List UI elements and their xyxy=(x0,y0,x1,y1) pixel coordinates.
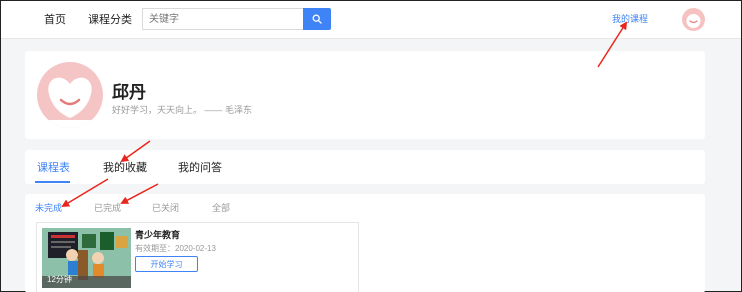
tab-course-schedule[interactable]: 课程表 xyxy=(37,159,70,175)
course-item[interactable]: 12分钟 青少年教育 有效期至：2020-02-13 开始学习 xyxy=(36,222,359,292)
profile-motto: 好好学习，天天向上。 —— 毛泽东 xyxy=(112,105,253,115)
user-avatar[interactable] xyxy=(682,8,705,31)
profile-avatar xyxy=(37,62,103,128)
search-icon xyxy=(312,14,322,24)
course-title[interactable]: 青少年教育 xyxy=(135,228,180,241)
filter-closed[interactable]: 已关闭 xyxy=(152,201,179,214)
top-navbar: 首页 课程分类 我的课程 xyxy=(1,1,741,39)
active-tab-indicator xyxy=(35,181,70,183)
course-thumbnail[interactable]: 12分钟 xyxy=(42,228,131,288)
tab-my-favorites[interactable]: 我的收藏 xyxy=(103,159,147,175)
course-expiry: 有效期至：2020-02-13 xyxy=(135,244,216,253)
start-learning-button[interactable]: 开始学习 xyxy=(135,256,198,272)
profile-name: 邱丹 xyxy=(112,83,146,102)
filter-all[interactable]: 全部 xyxy=(212,201,230,214)
my-courses-link[interactable]: 我的课程 xyxy=(612,12,648,25)
avatar-icon xyxy=(37,77,103,128)
filter-incomplete[interactable]: 未完成 xyxy=(35,201,62,214)
course-duration: 12分钟 xyxy=(47,275,72,284)
search-button[interactable] xyxy=(303,8,331,30)
tab-bar: 课程表 我的收藏 我的问答 xyxy=(25,150,705,184)
nav-home-link[interactable]: 首页 xyxy=(44,11,66,27)
course-list-panel: 未完成 已完成 已关闭 全部 12分钟 青少年教育 有效期至：2020-02-1… xyxy=(25,194,705,292)
search-input[interactable] xyxy=(142,8,303,30)
tab-my-questions[interactable]: 我的问答 xyxy=(178,159,222,175)
filter-completed[interactable]: 已完成 xyxy=(94,201,121,214)
avatar-icon xyxy=(686,14,701,28)
profile-card: 邱丹 好好学习，天天向上。 —— 毛泽东 xyxy=(25,51,705,139)
nav-course-category-link[interactable]: 课程分类 xyxy=(88,11,132,27)
